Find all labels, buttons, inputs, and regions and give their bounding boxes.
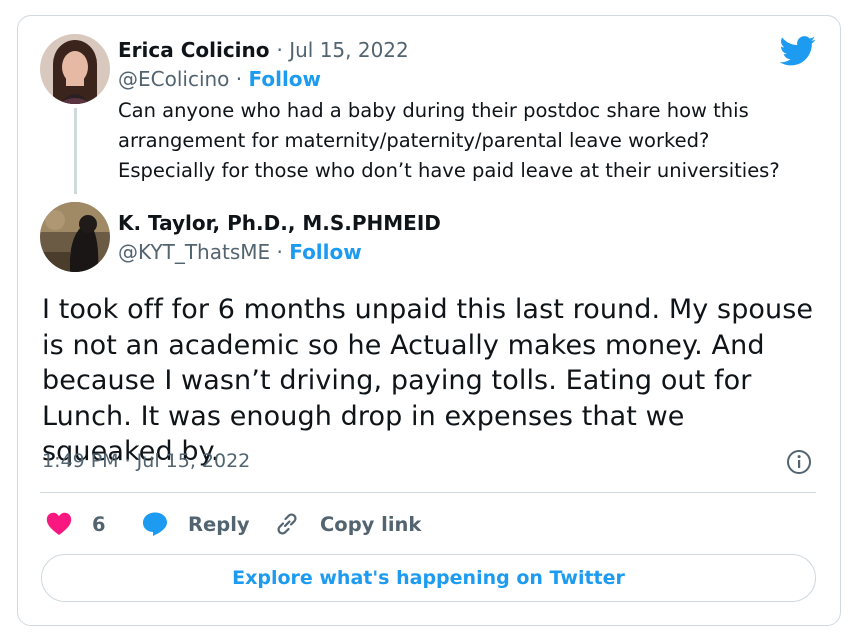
- quoted-author-name[interactable]: Erica Colicino: [118, 38, 270, 62]
- actions-divider: [40, 492, 816, 493]
- link-icon: [277, 513, 297, 535]
- like-count: 6: [92, 512, 106, 536]
- speech-bubble-icon: [143, 512, 167, 536]
- quoted-handle[interactable]: @EColicino: [118, 67, 229, 91]
- twitter-bird-icon[interactable]: [780, 36, 816, 66]
- copy-link-label: Copy link: [320, 512, 422, 536]
- info-icon[interactable]: [786, 449, 812, 475]
- avatar-erica-colicino[interactable]: [40, 34, 110, 104]
- like-button[interactable]: 6: [46, 506, 106, 542]
- heart-icon: [46, 512, 72, 535]
- quoted-separator: ·: [235, 67, 243, 91]
- quoted-author-line: Erica Colicino · Jul 15, 2022: [118, 38, 409, 62]
- avatar-photo: [40, 34, 110, 104]
- main-tweet-text: I took off for 6 months unpaid this last…: [42, 294, 814, 467]
- main-follow-link[interactable]: Follow: [289, 240, 362, 264]
- quoted-handle-line: @EColicino · Follow: [118, 67, 321, 91]
- thread-connector-line: [74, 108, 77, 194]
- main-separator: ·: [276, 240, 283, 264]
- avatar-photo: [40, 202, 110, 272]
- main-handle[interactable]: @KYT_ThatsME: [118, 240, 270, 264]
- quoted-date[interactable]: · Jul 15, 2022: [276, 38, 408, 62]
- avatar-k-taylor[interactable]: [40, 202, 110, 272]
- reply-label: Reply: [188, 512, 250, 536]
- explore-twitter-button[interactable]: Explore what's happening on Twitter: [41, 554, 816, 602]
- quoted-follow-link[interactable]: Follow: [249, 67, 322, 91]
- quoted-tweet-text: Can anyone who had a baby during their p…: [118, 99, 780, 182]
- copy-link-button[interactable]: Copy link: [274, 506, 421, 542]
- main-handle-line: @KYT_ThatsME · Follow: [118, 240, 362, 264]
- tweet-timestamp[interactable]: 1:49 PM · Jul 15, 2022: [42, 450, 250, 472]
- reply-button[interactable]: Reply: [142, 506, 250, 542]
- main-author-name[interactable]: K. Taylor, Ph.D., M.S.PHMEID: [118, 211, 441, 235]
